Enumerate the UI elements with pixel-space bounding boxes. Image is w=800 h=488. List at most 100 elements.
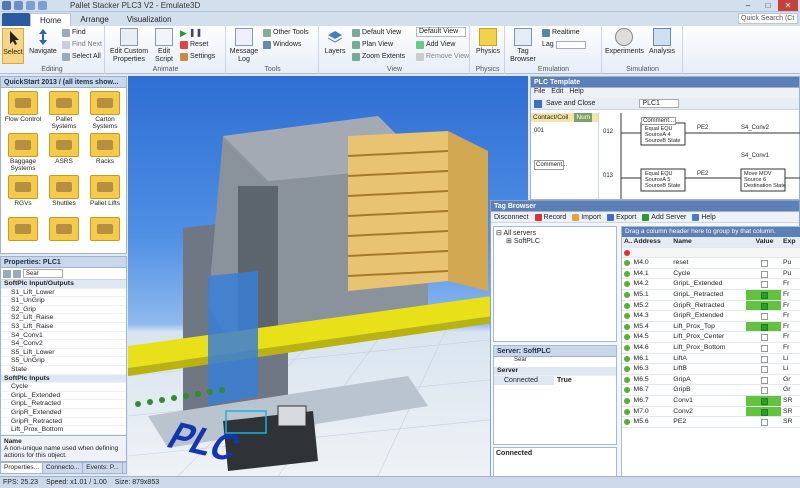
- tag-row[interactable]: M6.3 LiftB Li: [622, 364, 800, 375]
- header-value[interactable]: Value: [746, 237, 781, 247]
- quickstart-item[interactable]: Racks: [85, 133, 125, 173]
- quickstart-item[interactable]: Baggage Systems: [3, 133, 43, 173]
- lag-field[interactable]: Lag: [542, 40, 586, 50]
- select-button[interactable]: Select: [2, 28, 24, 64]
- default-view-button[interactable]: Default View: [352, 28, 401, 38]
- properties-search-input[interactable]: Sear: [23, 269, 63, 278]
- quickstart-item[interactable]: [85, 217, 125, 257]
- play-button[interactable]: ▶ ❚❚: [180, 28, 202, 38]
- plc-name-field[interactable]: PLC1: [639, 99, 680, 108]
- tag-browser-button[interactable]: Tag Browser: [508, 28, 538, 64]
- value-checkbox[interactable]: [760, 376, 768, 384]
- windows-button[interactable]: Windows: [263, 40, 301, 50]
- property-category[interactable]: SoftPlc Input/Outputs: [1, 280, 126, 289]
- lag-input[interactable]: [555, 41, 586, 49]
- tag-row[interactable]: M4.3 GripR_Extended Fr: [622, 311, 800, 322]
- layers-button[interactable]: Layers: [322, 28, 348, 56]
- save-icon[interactable]: [14, 1, 23, 10]
- pe2-contact[interactable]: PE2: [697, 125, 708, 131]
- property-row[interactable]: S1_UnGrip: [1, 297, 126, 306]
- property-row[interactable]: S5_Lift_Lower: [1, 349, 126, 358]
- toolbar-record[interactable]: Record: [534, 213, 566, 221]
- tab-properties[interactable]: Properties...: [1, 463, 44, 473]
- ladder-area[interactable]: 012 013 Comment... Equal EQU SourceA 4 Sou…: [601, 113, 800, 199]
- tag-row[interactable]: M4.5 Lift_Prox_Center Fr: [622, 332, 800, 343]
- realtime-dropdown[interactable]: Realtime: [542, 28, 580, 38]
- property-row[interactable]: S3_Lift_Raise: [1, 323, 126, 332]
- value-checkbox[interactable]: [760, 270, 768, 278]
- palette-tabs[interactable]: Contact/Coil Num: [531, 113, 598, 122]
- tag-row[interactable]: M6.5 GripA Gr: [622, 375, 800, 386]
- property-row[interactable]: GripR_Retracted: [1, 418, 126, 427]
- close-button[interactable]: ✕: [778, 0, 798, 11]
- edit-custom-properties-button[interactable]: Edit Custom Properties: [108, 28, 150, 64]
- toolbar-import[interactable]: Import: [572, 213, 601, 221]
- pause-icon[interactable]: ❚❚: [189, 28, 202, 38]
- tag-row[interactable]: M4.0 reset Pu: [622, 258, 800, 269]
- minimize-button[interactable]: –: [738, 0, 758, 11]
- edit-script-button[interactable]: Edit Script: [152, 28, 176, 64]
- quickstart-item[interactable]: ASRS: [44, 133, 84, 173]
- value-checkbox[interactable]: [760, 344, 768, 352]
- value-checkbox[interactable]: [760, 302, 768, 310]
- redo-icon[interactable]: [38, 1, 47, 10]
- quickstart-item[interactable]: RGVs: [3, 175, 43, 215]
- tag-row[interactable]: M7.0 Conv2 SR: [622, 406, 800, 418]
- tag-row[interactable]: M6.1 LiftA Li: [622, 354, 800, 365]
- filter-row[interactable]: [622, 247, 800, 259]
- analysis-button[interactable]: Analysis: [645, 28, 679, 56]
- value-checkbox[interactable]: [760, 334, 768, 342]
- value-checkbox[interactable]: [760, 291, 768, 299]
- property-row[interactable]: Cycle: [1, 383, 126, 392]
- tag-row[interactable]: M6.7 Conv1 SR: [622, 395, 800, 407]
- save-icon[interactable]: [534, 99, 542, 108]
- tab-connectors[interactable]: Connecto...: [43, 463, 84, 473]
- value-checkbox[interactable]: [760, 355, 768, 363]
- find-next-button[interactable]: Find Next: [62, 40, 102, 50]
- view-select[interactable]: Default View: [416, 27, 466, 37]
- category-icon[interactable]: [13, 269, 21, 278]
- quickstart-item[interactable]: [44, 217, 84, 257]
- tag-row[interactable]: M5.6 PE2 SR: [622, 417, 800, 428]
- property-row[interactable]: S1_Lift_Lower: [1, 289, 126, 298]
- tab-arrange[interactable]: Arrange: [71, 13, 117, 26]
- other-tools-button[interactable]: Other Tools: [263, 28, 309, 38]
- reset-button[interactable]: Reset: [180, 40, 208, 50]
- value-checkbox[interactable]: [760, 323, 768, 331]
- tag-row[interactable]: M5.2 GripR_Retracted Fr: [622, 300, 800, 312]
- palette-tab-num[interactable]: Num: [574, 113, 593, 122]
- tab-visualization[interactable]: Visualization: [118, 13, 181, 26]
- palette-tab-contact[interactable]: Contact/Coil: [533, 113, 568, 122]
- tag-row[interactable]: M4.2 GripL_Extended Fr: [622, 279, 800, 290]
- sort-icon[interactable]: [3, 269, 11, 278]
- header-exp[interactable]: Exp: [781, 237, 800, 247]
- property-category[interactable]: SoftPlc Inputs: [1, 374, 126, 384]
- save-close-button[interactable]: Save and Close: [546, 100, 595, 107]
- value-checkbox[interactable]: [760, 419, 768, 427]
- server-search[interactable]: Sear: [494, 357, 616, 367]
- equ-block-1[interactable]: Equal EQU SourceA 4 SourceB State: [645, 126, 680, 144]
- value-checkbox[interactable]: [760, 366, 768, 374]
- tree-softplc[interactable]: ⊞ SoftPLC: [496, 237, 614, 245]
- add-view-button[interactable]: Add View: [416, 40, 455, 50]
- tag-row[interactable]: M5.1 GripL_Retracted Fr: [622, 289, 800, 301]
- property-row[interactable]: S4_Conv2: [1, 340, 126, 349]
- settings-button[interactable]: Settings: [180, 52, 215, 62]
- value-checkbox[interactable]: [760, 397, 768, 405]
- property-row[interactable]: S4_Conv1: [1, 332, 126, 341]
- zoom-extents-button[interactable]: Zoom Extents: [352, 52, 405, 62]
- file-menu-button[interactable]: [2, 13, 30, 26]
- tree-root[interactable]: ⊟ All servers: [496, 229, 614, 237]
- toolbar-add-server[interactable]: Add Server: [642, 213, 686, 221]
- find-button[interactable]: Find: [62, 28, 86, 38]
- property-row[interactable]: GripL_Retracted: [1, 400, 126, 409]
- header-name[interactable]: Name: [671, 237, 746, 247]
- quick-search-input[interactable]: Quick Search (Ct: [738, 13, 798, 24]
- property-row[interactable]: S2_Grip: [1, 306, 126, 315]
- s4-conv1-coil[interactable]: S4_Conv1: [741, 153, 769, 159]
- remove-view-button[interactable]: Remove View: [416, 52, 469, 62]
- quickstart-item[interactable]: Carton Systems: [85, 91, 125, 131]
- quickstart-item[interactable]: Flow Control: [3, 91, 43, 131]
- menu-file[interactable]: File: [534, 88, 545, 98]
- rung-comment[interactable]: Comment...: [534, 160, 567, 170]
